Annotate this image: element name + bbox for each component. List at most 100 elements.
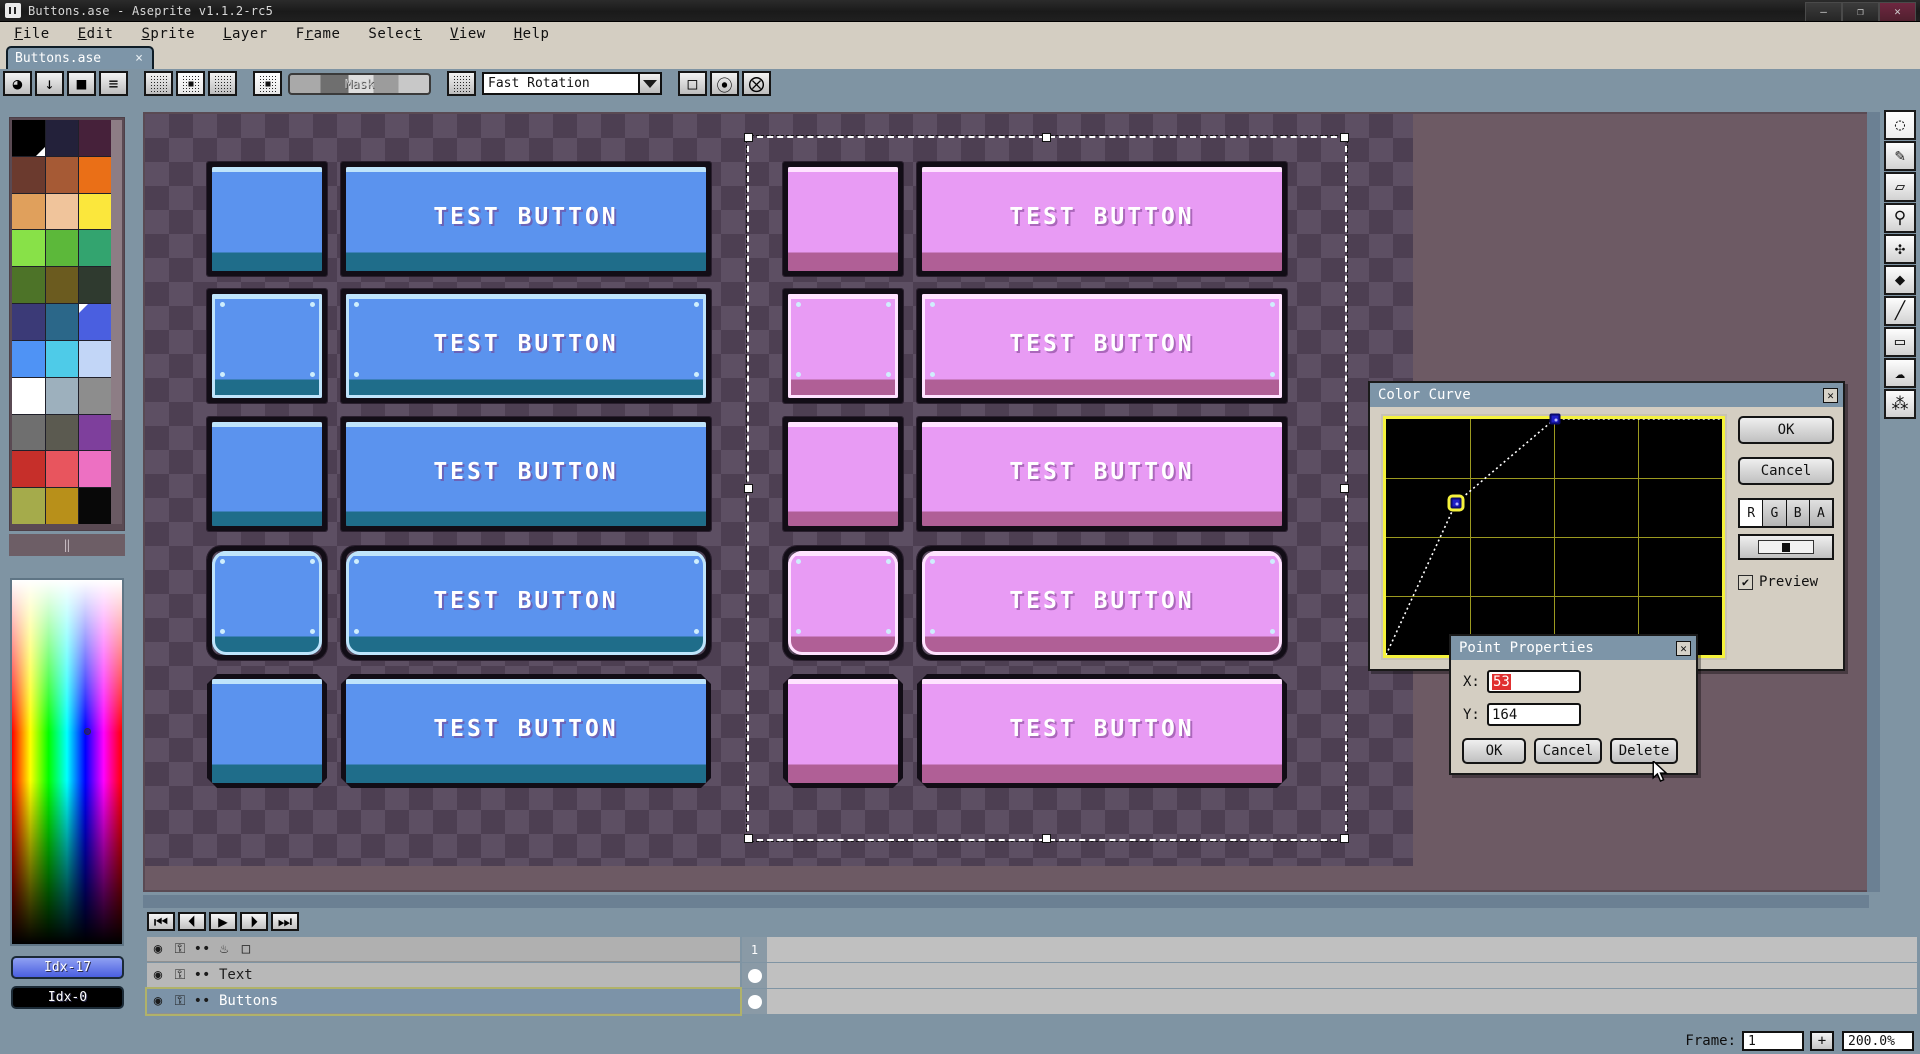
ink-type-button[interactable]: ↓	[35, 71, 64, 96]
zoom-field[interactable]: 200.0%	[1842, 1031, 1914, 1051]
close-icon[interactable]: ×	[135, 51, 143, 66]
lock-icon[interactable]: ⚿	[169, 941, 191, 957]
canvas-vertical-scrollbar[interactable]	[1867, 112, 1880, 892]
point-properties-dialog[interactable]: Point Properties ✕ X: 53 Y: 164 OK Cance…	[1449, 634, 1698, 775]
palette-swatch-7[interactable]	[46, 194, 79, 230]
channel-g-button[interactable]: G	[1763, 500, 1786, 526]
foreground-color-chip[interactable]: Idx-17	[11, 956, 124, 979]
eye-icon[interactable]: ◉	[147, 967, 169, 983]
selection-handle-3[interactable]	[744, 484, 753, 493]
point-y-input[interactable]: 164	[1487, 703, 1581, 726]
go-next-frame-button[interactable]: ⏵	[240, 912, 268, 931]
palette-swatch-32[interactable]	[79, 488, 112, 524]
rotation-algorithm-select[interactable]: Fast Rotation	[482, 72, 640, 95]
selection-handle-7[interactable]	[1340, 834, 1349, 843]
paint-bucket-tool[interactable]: ◆	[1884, 265, 1916, 295]
palette-swatch-4[interactable]	[46, 157, 79, 193]
chevron-down-icon[interactable]	[638, 72, 662, 95]
menu-frame[interactable]: Frame	[282, 24, 355, 44]
palette-swatch-10[interactable]	[46, 230, 79, 266]
selection-handle-1[interactable]	[1042, 133, 1051, 142]
selection-handle-4[interactable]	[1340, 484, 1349, 493]
preview-checkbox[interactable]: ✔	[1738, 575, 1753, 590]
lock-icon[interactable]: ⚿	[169, 993, 191, 1009]
palette-swatch-25[interactable]	[46, 415, 79, 451]
add-selection-button[interactable]	[176, 71, 205, 96]
restore-button[interactable]: ❐	[1842, 2, 1879, 21]
menu-edit[interactable]: Edit	[64, 24, 128, 44]
selection-handle-5[interactable]	[744, 834, 753, 843]
options-menu-button[interactable]: ≡	[99, 71, 128, 96]
palette-swatch-1[interactable]	[46, 120, 79, 156]
close-icon[interactable]: ✕	[1676, 641, 1691, 656]
play-button[interactable]: ▶	[209, 912, 237, 931]
palette-swatch-12[interactable]	[12, 267, 45, 303]
minimize-button[interactable]: –	[1805, 2, 1842, 21]
selection-marquee[interactable]	[747, 136, 1347, 841]
palette-swatch-0[interactable]	[12, 120, 45, 156]
canvas-horizontal-scrollbar[interactable]	[143, 895, 1869, 908]
lock-icon[interactable]: ⚿	[169, 967, 191, 983]
eye-icon[interactable]: ◉	[147, 993, 169, 1009]
palette-swatch-22[interactable]	[46, 378, 79, 414]
color-curve-graph[interactable]	[1383, 416, 1725, 658]
layer-row-text[interactable]: ◉ ⚿ •• Text	[147, 963, 1917, 988]
selection-handle-6[interactable]	[1042, 834, 1051, 843]
palette-scrollbar-thumb[interactable]	[111, 120, 122, 420]
palette-swatch-2[interactable]	[79, 120, 112, 156]
frame-input[interactable]: 1	[1742, 1031, 1804, 1051]
palette-grid[interactable]	[12, 120, 112, 524]
layer-mode-icon[interactable]: □	[235, 941, 257, 957]
menu-sprite[interactable]: Sprite	[127, 24, 209, 44]
palette-resize-handle[interactable]: ‖	[9, 534, 125, 556]
palette-swatch-6[interactable]	[12, 194, 45, 230]
menu-file[interactable]: File	[0, 24, 64, 44]
curve-point-0[interactable]	[1450, 498, 1461, 509]
palette-swatch-13[interactable]	[46, 267, 79, 303]
color-spectrum-picker[interactable]	[10, 578, 124, 946]
selection-handle-0[interactable]	[744, 133, 753, 142]
palette-swatch-19[interactable]	[46, 341, 79, 377]
rectangle-tool[interactable]: ▭	[1884, 327, 1916, 357]
go-first-frame-button[interactable]: ⏮	[147, 912, 175, 931]
close-button[interactable]: ✕	[1879, 2, 1916, 21]
add-frame-button[interactable]: +	[1810, 1031, 1834, 1051]
layer-name-buttons[interactable]: Buttons	[213, 993, 278, 1009]
palette-swatch-30[interactable]	[12, 488, 45, 524]
spray-tool[interactable]: ⁂	[1884, 389, 1916, 419]
close-icon[interactable]: ✕	[1823, 388, 1838, 403]
fill-mode-button[interactable]: ■	[67, 71, 96, 96]
palette-swatch-5[interactable]	[79, 157, 112, 193]
palette-swatch-29[interactable]	[79, 451, 112, 487]
selection-handle-2[interactable]	[1340, 133, 1349, 142]
go-prev-frame-button[interactable]: ⏴	[178, 912, 206, 931]
move-tool[interactable]: ✣	[1884, 234, 1916, 264]
palette-swatch-21[interactable]	[12, 378, 45, 414]
replace-selection-button[interactable]	[144, 71, 173, 96]
onion-skin-icon[interactable]: ♨	[213, 941, 235, 957]
zoom-tool[interactable]: ⚲	[1884, 203, 1916, 233]
point-ok-button[interactable]: OK	[1462, 738, 1526, 764]
palette-swatch-18[interactable]	[12, 341, 45, 377]
palette-swatch-28[interactable]	[46, 451, 79, 487]
background-color-chip[interactable]: Idx-0	[11, 986, 124, 1009]
menu-view[interactable]: View	[436, 24, 500, 44]
channel-b-button[interactable]: B	[1787, 500, 1810, 526]
palette-swatch-9[interactable]	[12, 230, 45, 266]
palette-swatch-27[interactable]	[12, 451, 45, 487]
frame-number-header[interactable]: 1	[742, 937, 767, 962]
palette-swatch-3[interactable]	[12, 157, 45, 193]
menu-help[interactable]: Help	[500, 24, 564, 44]
go-last-frame-button[interactable]: ⏭	[271, 912, 299, 931]
palette-swatch-24[interactable]	[12, 415, 45, 451]
transform-selection-button[interactable]	[253, 71, 282, 96]
continuous-icon[interactable]: ••	[191, 993, 213, 1009]
subtract-selection-button[interactable]	[208, 71, 237, 96]
marquee-select-tool[interactable]: ◌	[1884, 110, 1916, 140]
palette-swatch-17[interactable]	[79, 304, 112, 340]
frame-cell-text[interactable]	[742, 963, 767, 988]
menu-layer[interactable]: Layer	[209, 24, 282, 44]
brush-shape-button[interactable]: ◕	[3, 71, 32, 96]
line-tool[interactable]: ╱	[1884, 296, 1916, 326]
ok-button[interactable]: OK	[1738, 416, 1834, 444]
